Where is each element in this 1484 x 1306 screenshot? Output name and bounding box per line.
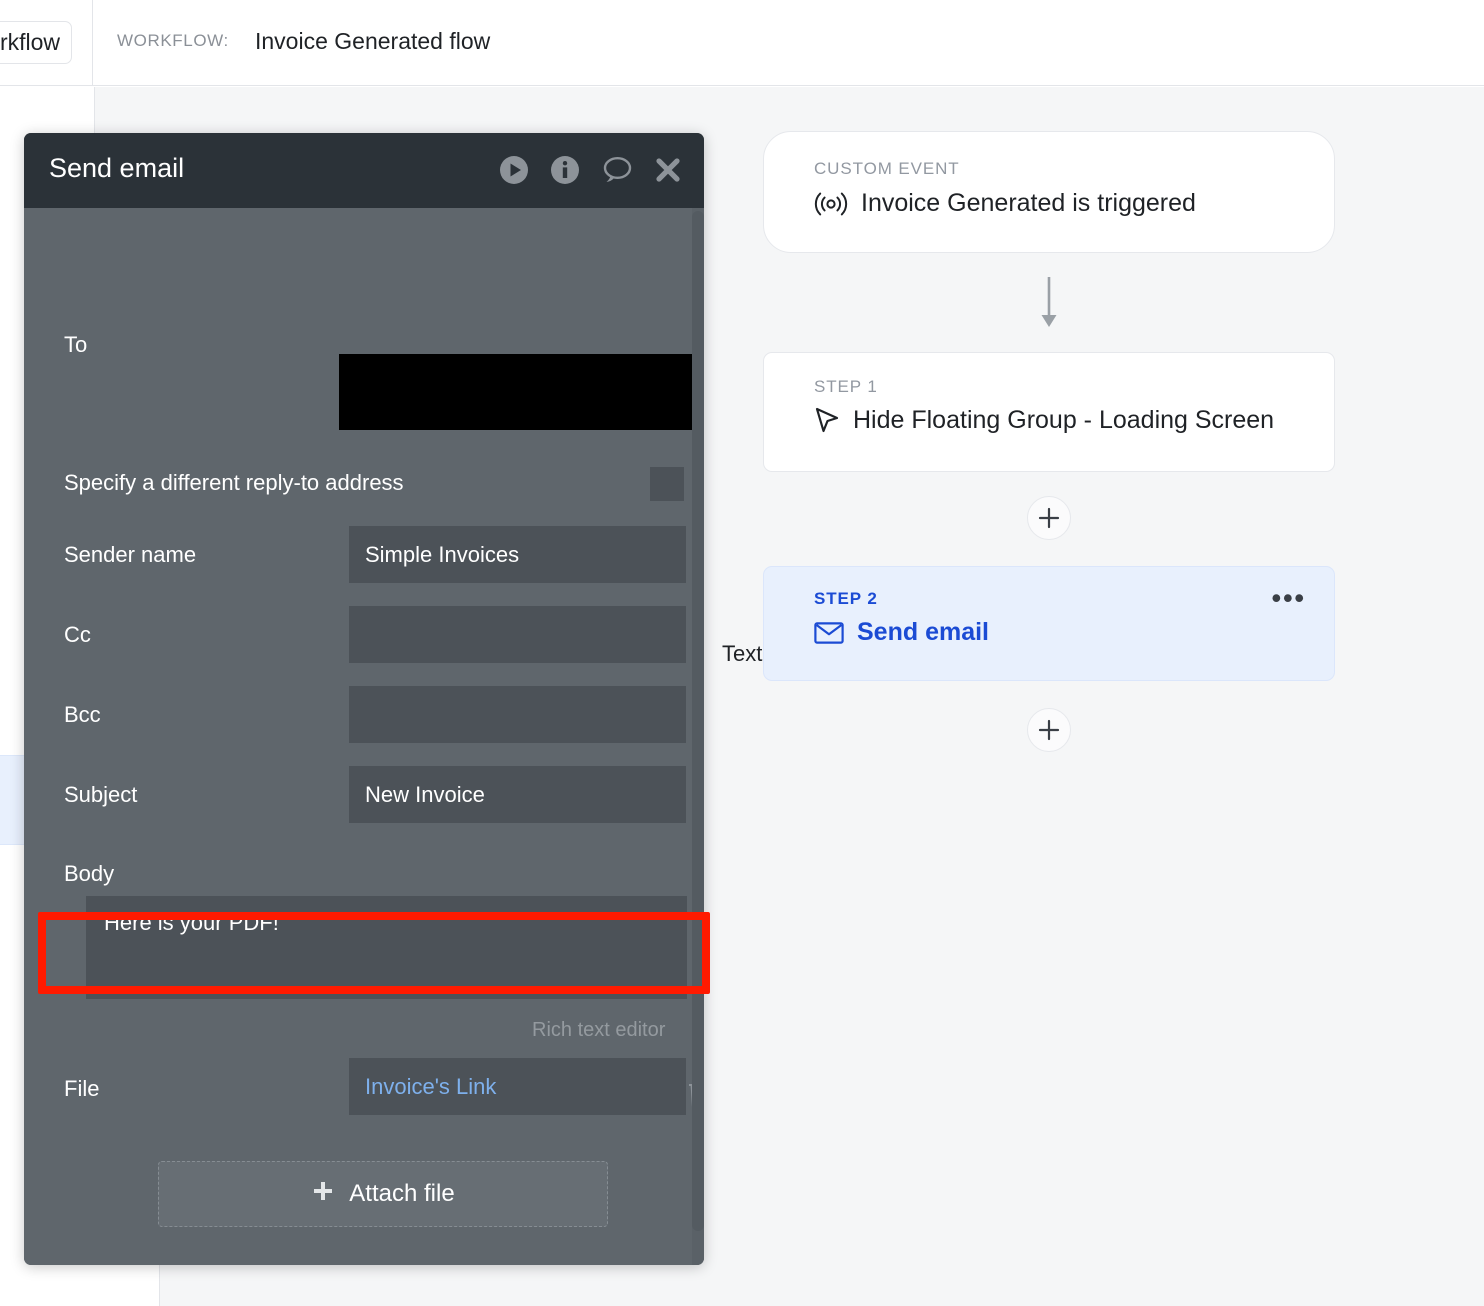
bcc-field[interactable] bbox=[349, 686, 686, 743]
workflow-step-2[interactable]: STEP 2 Send email ••• bbox=[763, 566, 1335, 681]
attach-file-label: Attach file bbox=[349, 1180, 454, 1208]
step-2-menu-button[interactable]: ••• bbox=[1272, 593, 1306, 603]
workflow-caption: WORKFLOW: bbox=[117, 31, 229, 51]
body-value: Here is your PDF! bbox=[104, 910, 279, 935]
add-step-button-2[interactable] bbox=[1027, 708, 1071, 752]
field-label-reply-to: Specify a different reply-to address bbox=[64, 470, 404, 496]
workflow-step-1[interactable]: STEP 1 Hide Floating Group - Loading Scr… bbox=[763, 352, 1335, 472]
panel-scrollbar-thumb[interactable] bbox=[692, 211, 704, 1231]
subject-value: New Invoice bbox=[365, 782, 485, 808]
arrow-down-icon bbox=[1033, 275, 1065, 333]
cursor-icon bbox=[814, 407, 840, 435]
field-label-cc: Cc bbox=[64, 622, 91, 648]
field-label-file: File bbox=[64, 1076, 99, 1102]
body-textarea[interactable]: Here is your PDF! bbox=[86, 896, 687, 999]
close-icon[interactable] bbox=[654, 156, 682, 189]
panel-title: Send email bbox=[49, 153, 184, 184]
broadcast-icon bbox=[814, 191, 848, 217]
workflow-name[interactable]: Invoice Generated flow bbox=[255, 28, 490, 55]
tab-workflow[interactable]: rkflow bbox=[0, 21, 72, 64]
canvas-text-fragment[interactable]: Text bbox=[722, 641, 762, 667]
step-2-kicker: STEP 2 bbox=[814, 589, 878, 609]
panel-body: To Specify a different reply-to address … bbox=[24, 208, 704, 1265]
topbar-divider bbox=[92, 0, 93, 86]
field-label-subject: Subject bbox=[64, 782, 137, 808]
info-icon[interactable] bbox=[550, 155, 580, 190]
field-label-to: To bbox=[64, 332, 87, 358]
bottom-left-strip bbox=[0, 1262, 160, 1306]
workflow-node-custom-event[interactable]: CUSTOM EVENT Invoice Generated is trigge… bbox=[763, 131, 1335, 253]
tab-workflow-label: rkflow bbox=[0, 29, 60, 56]
plus-icon bbox=[1038, 719, 1060, 741]
plus-icon bbox=[311, 1179, 335, 1210]
panel-header-actions bbox=[499, 155, 682, 190]
to-field[interactable] bbox=[339, 354, 700, 430]
panel-header: Send email bbox=[24, 133, 704, 208]
custom-event-kicker: CUSTOM EVENT bbox=[814, 159, 960, 179]
custom-event-title-text: Invoice Generated is triggered bbox=[861, 189, 1196, 218]
add-step-button-1[interactable] bbox=[1027, 496, 1071, 540]
run-icon[interactable] bbox=[499, 155, 529, 190]
envelope-icon bbox=[814, 621, 844, 645]
step-2-title-text: Send email bbox=[857, 618, 989, 647]
plus-icon bbox=[1038, 507, 1060, 529]
attach-file-button[interactable]: Attach file bbox=[158, 1161, 608, 1227]
custom-event-title: Invoice Generated is triggered bbox=[814, 189, 1196, 218]
field-label-sender-name: Sender name bbox=[64, 542, 196, 568]
step-1-kicker: STEP 1 bbox=[814, 377, 878, 397]
field-label-body: Body bbox=[64, 861, 114, 887]
step-1-title: Hide Floating Group - Loading Screen bbox=[814, 406, 1274, 435]
reply-to-checkbox[interactable] bbox=[650, 467, 684, 501]
rich-text-editor-hint[interactable]: Rich text editor bbox=[532, 1019, 665, 1042]
comment-icon[interactable] bbox=[601, 155, 633, 190]
file-value: Invoice's Link bbox=[365, 1074, 496, 1100]
step-1-title-text: Hide Floating Group - Loading Screen bbox=[853, 406, 1274, 435]
sender-name-field[interactable]: Simple Invoices bbox=[349, 526, 686, 583]
cc-field[interactable] bbox=[349, 606, 686, 663]
subject-field[interactable]: New Invoice bbox=[349, 766, 686, 823]
top-bar: rkflow WORKFLOW: Invoice Generated flow bbox=[0, 0, 1484, 86]
send-email-property-editor[interactable]: Send email bbox=[24, 133, 704, 1265]
bottom-left-divider bbox=[159, 1262, 160, 1306]
file-value-field[interactable]: Invoice's Link bbox=[349, 1058, 686, 1115]
sender-name-value: Simple Invoices bbox=[365, 542, 519, 568]
field-label-bcc: Bcc bbox=[64, 702, 101, 728]
step-2-title: Send email bbox=[814, 618, 989, 647]
